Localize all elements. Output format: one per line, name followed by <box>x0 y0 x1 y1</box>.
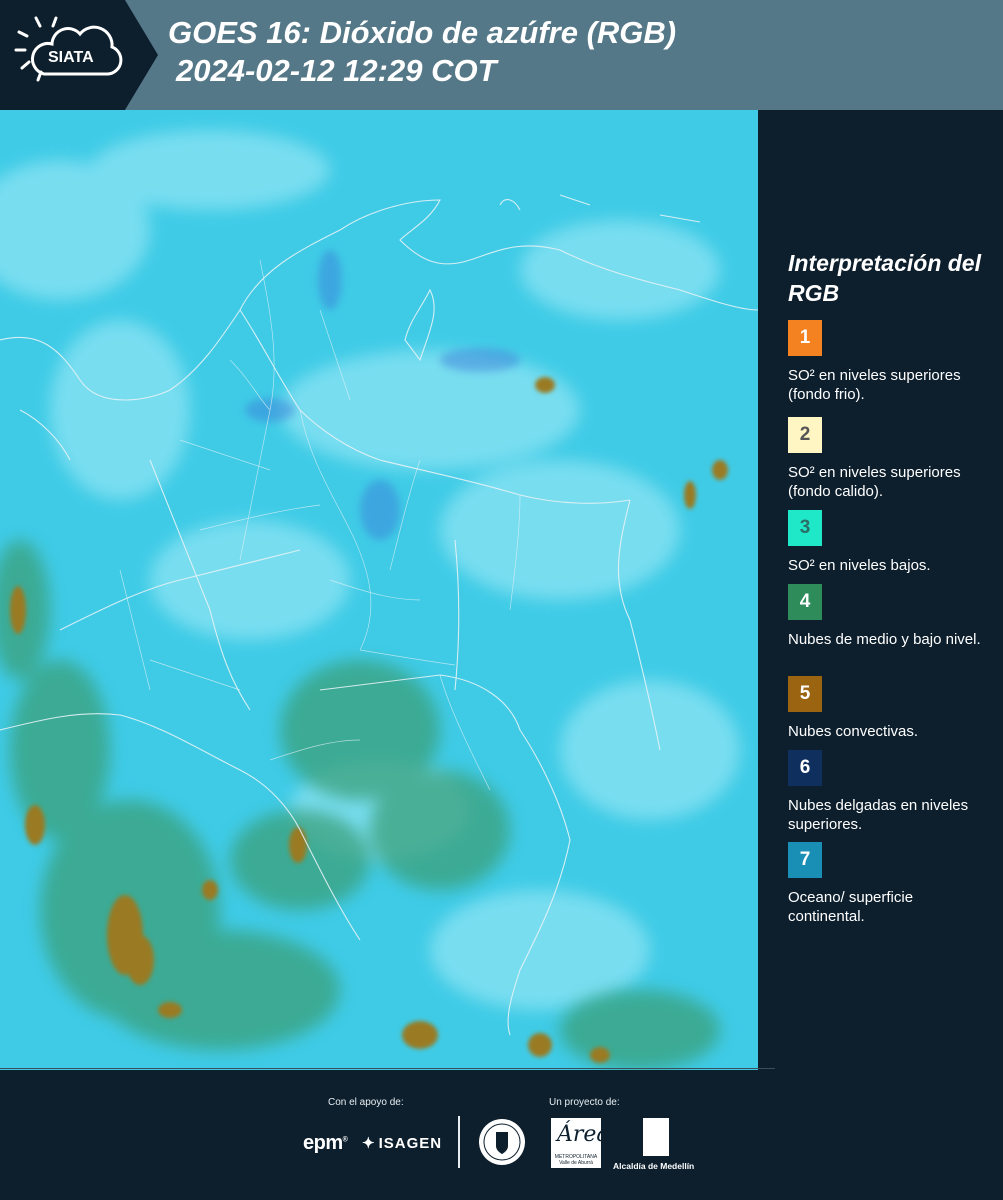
legend-swatch-5: 5 <box>788 676 822 712</box>
legend-swatch-4: 4 <box>788 584 822 620</box>
legend-item-3: 3 SO² en niveles bajos. <box>788 510 993 575</box>
epm-text: epm <box>303 1132 343 1154</box>
siata-logo[interactable]: SIATA <box>0 0 160 110</box>
legend-item-5: 5 Nubes convectivas. <box>788 676 993 741</box>
legend-swatch-2: 2 <box>788 417 822 453</box>
legend-number-5: 5 <box>799 683 811 704</box>
support-label: Con el apoyo de: <box>328 1097 404 1108</box>
legend-panel: Interpretación del RGB 1 SO² en niveles … <box>760 110 1003 1070</box>
vertical-divider <box>458 1116 460 1168</box>
legend-label-4: Nubes de medio y bajo nivel. <box>788 631 981 648</box>
legend-item-1: 1 SO² en niveles superiores (fondo frio)… <box>788 320 993 404</box>
legend-item-2: 2 SO² en niveles superiores (fondo calid… <box>788 417 993 501</box>
title-line-2: 2024-02-12 12:29 COT <box>176 53 497 88</box>
legend-label-7: Oceano/ superficie continental. <box>788 889 914 925</box>
legend-label-6: Nubes delgadas en niveles superiores. <box>788 797 969 833</box>
legend-item-7: 7 Oceano/ superficie continental. <box>788 842 993 926</box>
legend-title: Interpretación del RGB <box>788 250 981 306</box>
alcaldia-logo[interactable]: Alcaldía de Medellín <box>613 1161 694 1171</box>
epm-logo[interactable]: epm® <box>303 1132 348 1155</box>
legend-label-2: SO² en niveles superiores (fondo calido)… <box>788 464 961 500</box>
satellite-map[interactable] <box>0 110 758 1070</box>
legend-number-4: 4 <box>799 591 811 612</box>
header-bar: SIATA GOES 16: Dióxido de azúfre (RGB) 20… <box>0 0 1003 110</box>
legend-swatch-1: 1 <box>788 320 822 356</box>
isagen-text: ISAGEN <box>378 1134 443 1152</box>
isagen-icon: ✦ <box>362 1135 376 1152</box>
legend-swatch-3: 3 <box>788 510 822 546</box>
project-label: Un proyecto de: <box>549 1097 620 1108</box>
legend-swatch-7: 7 <box>788 842 822 878</box>
footer: Con el apoyo de: Un proyecto de: epm® ✦ … <box>0 1068 1003 1200</box>
legend-label-3: SO² en niveles bajos. <box>788 557 931 574</box>
medellin-seal-icon[interactable] <box>478 1118 526 1166</box>
area-script: Área <box>557 1122 610 1147</box>
isagen-logo[interactable]: ✦ ISAGEN <box>362 1134 443 1153</box>
area-subtitle: METROPOLITANA Valle de Aburrá <box>554 1154 598 1166</box>
svg-text:SIATA: SIATA <box>48 49 94 66</box>
legend-label-1: SO² en niveles superiores (fondo frio). <box>788 367 961 403</box>
footer-divider <box>0 1068 775 1069</box>
legend-number-7: 7 <box>799 849 811 870</box>
page-title: GOES 16: Dióxido de azúfre (RGB) 2024-02-… <box>168 14 676 90</box>
legend-number-2: 2 <box>799 424 811 445</box>
area-metropolitana-logo[interactable]: Área METROPOLITANA Valle de Aburrá <box>551 1118 610 1168</box>
legend-number-1: 1 <box>799 327 811 348</box>
legend-number-3: 3 <box>799 517 811 538</box>
legend-item-4: 4 Nubes de medio y bajo nivel. <box>788 584 993 649</box>
legend-swatch-6: 6 <box>788 750 822 786</box>
legend-label-5: Nubes convectivas. <box>788 723 919 740</box>
legend-number-6: 6 <box>799 757 811 778</box>
title-line-1: GOES 16: Dióxido de azúfre (RGB) <box>168 15 677 50</box>
legend-item-6: 6 Nubes delgadas en niveles superiores. <box>788 750 993 834</box>
alcaldia-crest-icon <box>643 1118 669 1156</box>
